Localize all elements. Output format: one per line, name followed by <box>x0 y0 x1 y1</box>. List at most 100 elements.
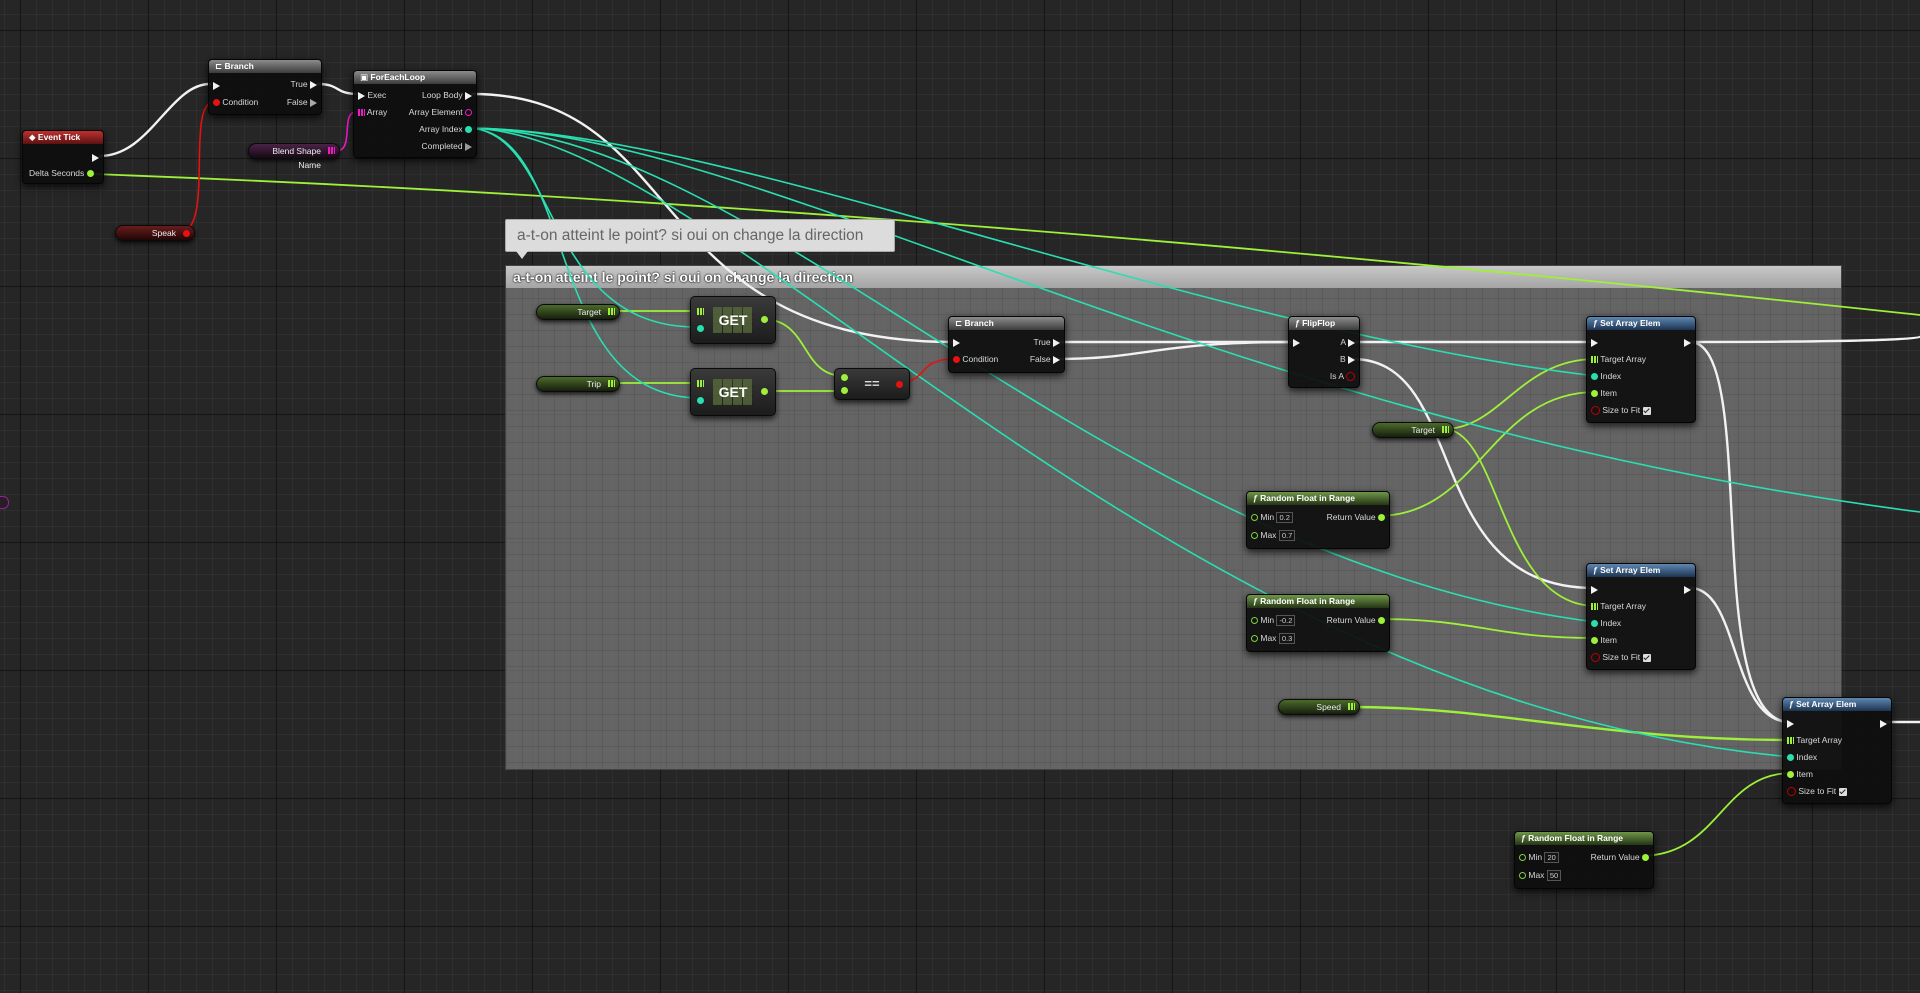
min-value-field[interactable]: 0.2 <box>1276 512 1293 524</box>
max-pin[interactable]: Max 50 <box>1519 869 1562 882</box>
float-pin-icon <box>1519 872 1526 880</box>
event-tick-header: ◆ Event Tick <box>23 131 103 144</box>
delta-seconds-pin[interactable]: Delta Seconds <box>29 167 94 180</box>
size-to-fit-pin[interactable]: Size to Fit <box>1591 404 1651 417</box>
random-float-node-2[interactable]: ƒ Random Float in Range Min -0.2 Return … <box>1246 594 1390 652</box>
set-array-exec-in[interactable] <box>1787 717 1794 730</box>
float-wire <box>1639 772 1793 857</box>
item-pin[interactable]: Item <box>1591 634 1617 647</box>
item-pin[interactable]: Item <box>1787 768 1813 781</box>
branch-condition-pin[interactable]: Condition <box>213 96 258 109</box>
exec-pin-icon <box>358 91 365 100</box>
speed-variable[interactable]: Speed <box>1278 699 1360 715</box>
set-array-exec-out[interactable] <box>1880 717 1887 730</box>
array-pin-icon <box>358 109 365 117</box>
flipflop-node[interactable]: ƒ FlipFlop A B Is A <box>1288 316 1360 388</box>
target-variable[interactable]: Target <box>536 304 620 320</box>
checkbox[interactable] <box>1838 787 1847 796</box>
branch-exec-in[interactable] <box>213 79 220 92</box>
return-value-pin[interactable]: Return Value <box>1327 511 1385 524</box>
exec-pin-icon <box>1787 719 1794 728</box>
completed-pin[interactable]: Completed <box>422 140 472 153</box>
return-value-pin[interactable]: Return Value <box>1591 851 1649 864</box>
exec-pin-icon <box>953 338 960 347</box>
min-pin[interactable]: Min 20 <box>1519 851 1559 864</box>
return-value-pin[interactable]: Return Value <box>1327 614 1385 627</box>
foreach-exec-in[interactable]: Exec <box>358 89 386 102</box>
comment-header[interactable]: a-t-on atteint le point? si oui on chang… <box>506 266 1841 288</box>
random-float-node-3[interactable]: ƒ Random Float in Range Min 20 Return Va… <box>1514 831 1654 889</box>
set-array-exec-in[interactable] <box>1591 583 1598 596</box>
foreach-array-pin[interactable]: Array <box>358 106 387 119</box>
set-array-exec-out[interactable] <box>1684 583 1691 596</box>
max-value-field[interactable]: 0.3 <box>1278 633 1296 645</box>
comment-bubble[interactable]: a-t-on atteint le point? si oui on chang… <box>505 219 895 259</box>
array-pin-icon <box>608 308 615 315</box>
get-node-target[interactable]: GET <box>690 296 776 344</box>
flipflop-is-a-pin[interactable]: Is A <box>1330 370 1355 383</box>
speak-variable[interactable]: Speak <box>115 225 195 241</box>
index-pin[interactable]: Index <box>1591 617 1621 630</box>
max-value-field[interactable]: 0.7 <box>1278 530 1296 542</box>
get-node-trip[interactable]: GET <box>690 368 776 416</box>
max-pin[interactable]: Max 0.3 <box>1251 632 1296 645</box>
branch-node-2[interactable]: ⊏ Branch True Condition False <box>948 316 1065 373</box>
branch-false-pin[interactable]: False <box>287 96 317 109</box>
index-pin[interactable]: Index <box>1787 751 1817 764</box>
branch-true-pin[interactable]: True <box>290 78 317 91</box>
event-tick-exec-out[interactable] <box>92 151 99 164</box>
index-pin[interactable]: Index <box>1591 370 1621 383</box>
random-float-header: ƒ Random Float in Range <box>1247 492 1389 505</box>
min-value-field[interactable]: -0.2 <box>1276 615 1296 627</box>
set-array-elem-node-1[interactable]: ƒ Set Array Elem Target Array Index Item… <box>1586 316 1696 423</box>
min-pin[interactable]: Min 0.2 <box>1251 511 1293 524</box>
exec-pin-icon <box>465 142 472 151</box>
set-array-elem-node-3[interactable]: ƒ Set Array Elem Target Array Index Item… <box>1782 697 1892 804</box>
target-array-pin[interactable]: Target Array <box>1787 734 1842 747</box>
branch-true-pin[interactable]: True <box>1033 336 1060 349</box>
set-array-exec-out[interactable] <box>1684 336 1691 349</box>
exec-pin-icon <box>1591 338 1598 347</box>
exec-pin-icon <box>1684 338 1691 347</box>
random-float-node-1[interactable]: ƒ Random Float in Range Min 0.2 Return V… <box>1246 491 1390 549</box>
int-pin-icon <box>1591 373 1598 381</box>
exec-pin-icon <box>213 81 220 90</box>
branch-exec-in[interactable] <box>953 336 960 349</box>
equals-node[interactable]: == <box>834 368 910 400</box>
exec-pin-icon <box>1880 719 1887 728</box>
exec-pin-icon <box>1684 585 1691 594</box>
exec-pin-icon <box>465 91 472 100</box>
min-value-field[interactable]: 20 <box>1544 852 1559 864</box>
bool-pin-icon <box>1346 372 1355 382</box>
blend-shape-name-variable[interactable]: Blend Shape Name <box>248 143 340 170</box>
size-to-fit-pin[interactable]: Size to Fit <box>1591 651 1651 664</box>
flipflop-exec-in[interactable] <box>1293 336 1300 349</box>
set-array-elem-node-2[interactable]: ƒ Set Array Elem Target Array Index Item… <box>1586 563 1696 670</box>
foreach-loop-node[interactable]: ▣ ForEachLoop Exec Loop Body Array Array… <box>353 70 477 158</box>
flipflop-a-pin[interactable]: A <box>1340 336 1355 349</box>
array-element-pin[interactable]: Array Element <box>409 106 472 119</box>
branch-node[interactable]: ⊏ Branch True Condition False <box>208 59 322 115</box>
loop-body-pin[interactable]: Loop Body <box>422 89 472 102</box>
max-pin[interactable]: Max 0.7 <box>1251 529 1296 542</box>
get-label: GET <box>713 379 753 405</box>
array-index-pin[interactable]: Array Index <box>419 123 472 136</box>
branch-false-pin[interactable]: False <box>1030 353 1060 366</box>
set-array-exec-in[interactable] <box>1591 336 1598 349</box>
flipflop-b-pin[interactable]: B <box>1340 353 1355 366</box>
target-array-pin[interactable]: Target Array <box>1591 600 1646 613</box>
checkbox[interactable] <box>1642 406 1651 415</box>
size-to-fit-pin[interactable]: Size to Fit <box>1787 785 1847 798</box>
branch-condition-pin[interactable]: Condition <box>953 353 998 366</box>
target-array-pin[interactable]: Target Array <box>1591 353 1646 366</box>
event-tick-node[interactable]: ◆ Event Tick Delta Seconds <box>22 130 104 184</box>
offscreen-pin[interactable] <box>0 496 9 509</box>
trip-variable[interactable]: Trip <box>536 376 620 392</box>
max-value-field[interactable]: 50 <box>1546 870 1562 882</box>
min-pin[interactable]: Min -0.2 <box>1251 614 1296 627</box>
target-variable-2[interactable]: Target <box>1372 422 1454 438</box>
checkbox[interactable] <box>1642 653 1651 662</box>
item-pin[interactable]: Item <box>1591 387 1617 400</box>
random-float-header: ƒ Random Float in Range <box>1247 595 1389 608</box>
get-label: GET <box>713 307 753 333</box>
